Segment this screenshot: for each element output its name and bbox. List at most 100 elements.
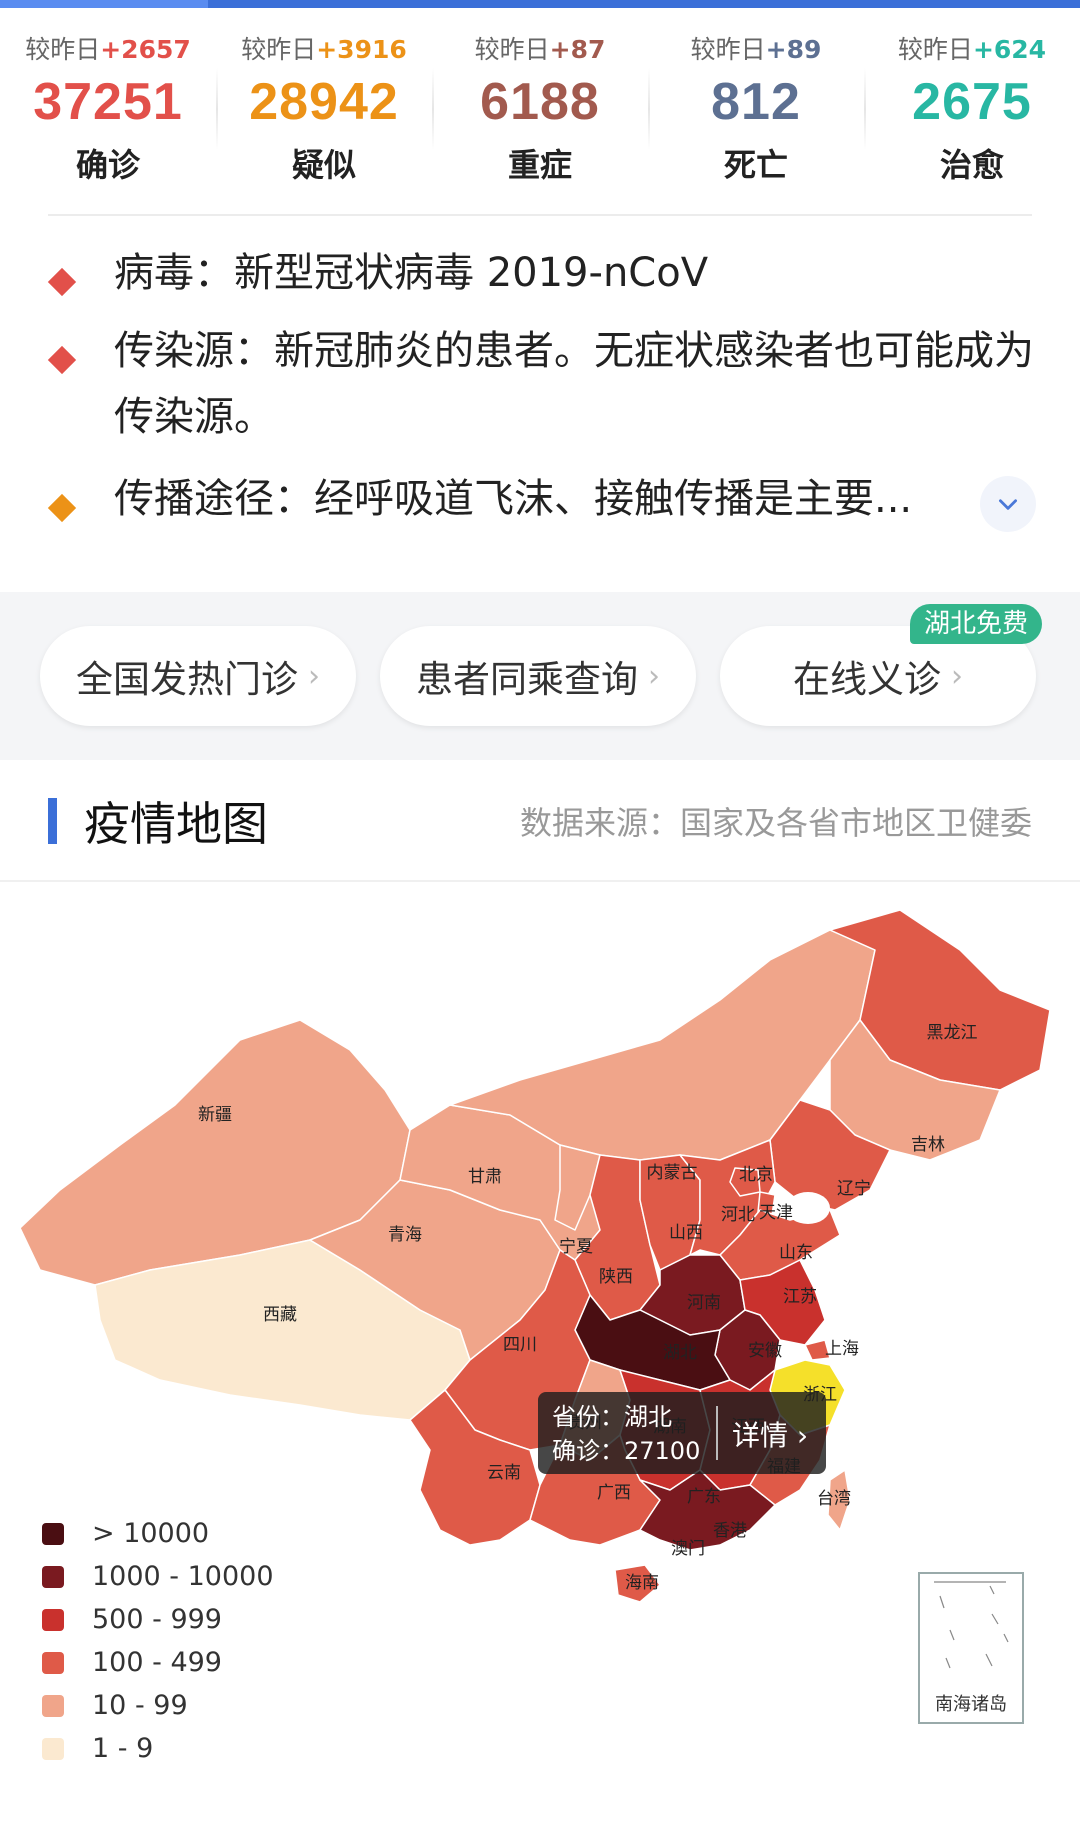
legend-swatch bbox=[42, 1652, 64, 1674]
active-tab-indicator bbox=[0, 0, 208, 8]
province-label: 西藏 bbox=[263, 1305, 297, 1325]
tooltip-province: 省份：湖北 bbox=[552, 1403, 672, 1431]
top-tab-bar bbox=[0, 0, 1080, 8]
province-label: 新疆 bbox=[198, 1105, 232, 1125]
stat-delta: +87 bbox=[549, 35, 606, 64]
same-trip-label: 患者同乘查询 bbox=[416, 658, 638, 701]
south-china-sea-inset: 南海诸岛 bbox=[918, 1572, 1024, 1724]
chevron-right-icon: › bbox=[308, 658, 320, 694]
province-tooltip[interactable]: 省份：湖北 确诊：27100 详情 › bbox=[538, 1392, 826, 1474]
province-label: 台湾 bbox=[817, 1489, 851, 1509]
info-source-text: 传染源：新冠肺炎的患者。无症状感染者也可能成为传染源。 bbox=[114, 328, 1034, 440]
legend-swatch bbox=[42, 1695, 64, 1717]
bullet-diamond-icon bbox=[47, 493, 77, 523]
map-data-source: 数据来源：国家及各省市地区卫健委 bbox=[519, 804, 1032, 842]
legend-item[interactable]: 500 - 999 bbox=[42, 1602, 302, 1638]
province-label: 澳门 bbox=[671, 1539, 705, 1559]
stat-deaths[interactable]: 较昨日+89 812 死亡 bbox=[648, 8, 864, 184]
legend-label: 1000 - 10000 bbox=[92, 1561, 274, 1592]
tooltip-detail-link[interactable]: 详情 › bbox=[732, 1414, 808, 1454]
chevron-right-icon: › bbox=[796, 1419, 809, 1452]
chevron-down-icon bbox=[999, 499, 1017, 510]
province-label: 青海 bbox=[388, 1225, 422, 1245]
stat-label: 死亡 bbox=[723, 146, 788, 184]
legend-swatch bbox=[42, 1738, 64, 1760]
stat-confirmed[interactable]: 较昨日+2657 37251 确诊 bbox=[0, 8, 216, 184]
legend-item[interactable]: 1 - 9 bbox=[42, 1731, 302, 1767]
province-label: 海南 bbox=[625, 1573, 659, 1593]
province-label: 上海 bbox=[825, 1339, 859, 1359]
stats-panel: 较昨日+2657 37251 确诊 较昨日+3916 28942 疑似 较昨日+… bbox=[0, 8, 1080, 184]
province-label: 四川 bbox=[503, 1335, 537, 1355]
legend-item[interactable]: > 10000 bbox=[42, 1516, 302, 1552]
province-label: 河南 bbox=[687, 1293, 721, 1313]
bullet-diamond-icon bbox=[47, 345, 77, 375]
province-label: 广西 bbox=[597, 1483, 631, 1503]
province-label: 黑龙江 bbox=[927, 1023, 978, 1043]
stat-severe[interactable]: 较昨日+87 6188 重症 bbox=[432, 8, 648, 184]
stat-value: 2675 bbox=[912, 73, 1032, 131]
stat-delta-prefix: 较昨日 bbox=[25, 35, 101, 64]
province-label: 山东 bbox=[779, 1243, 813, 1263]
legend-label: 1 - 9 bbox=[92, 1733, 154, 1764]
tooltip-confirmed: 确诊：27100 bbox=[552, 1437, 701, 1465]
province-label: 河北 bbox=[721, 1205, 755, 1225]
legend-item[interactable]: 10 - 99 bbox=[42, 1688, 302, 1724]
province-label: 香港 bbox=[713, 1521, 747, 1541]
chevron-right-icon: › bbox=[951, 658, 963, 694]
stat-value: 37251 bbox=[33, 73, 183, 131]
stat-label: 疑似 bbox=[291, 146, 356, 184]
stat-suspected[interactable]: 较昨日+3916 28942 疑似 bbox=[216, 8, 432, 184]
province-label: 内蒙古 bbox=[647, 1163, 698, 1183]
stat-delta: +89 bbox=[765, 35, 822, 64]
stat-label: 治愈 bbox=[939, 146, 1004, 184]
legend-label: 500 - 999 bbox=[92, 1604, 222, 1635]
stat-delta-prefix: 较昨日 bbox=[690, 35, 766, 64]
online-consult-label: 在线义诊 bbox=[793, 658, 941, 701]
province-label: 北京 bbox=[739, 1165, 773, 1185]
province-label: 陕西 bbox=[599, 1267, 633, 1287]
tooltip-separator bbox=[716, 1406, 718, 1460]
legend-item[interactable]: 1000 - 10000 bbox=[42, 1559, 302, 1595]
chevron-right-icon: › bbox=[648, 658, 660, 694]
stat-delta: +2657 bbox=[100, 35, 191, 64]
islands-sketch-icon bbox=[934, 1581, 1009, 1669]
province-label: 宁夏 bbox=[559, 1237, 593, 1257]
stat-delta-prefix: 较昨日 bbox=[897, 35, 973, 64]
stat-label: 确诊 bbox=[75, 146, 140, 184]
province-label: 安徽 bbox=[748, 1341, 782, 1361]
tooltip-detail-label: 详情 bbox=[732, 1419, 789, 1452]
stat-label: 重症 bbox=[507, 146, 572, 184]
fever-clinic-button[interactable]: 全国发热门诊 › bbox=[40, 626, 356, 726]
info-virus-text: 病毒：新型冠状病毒 2019-nCoV bbox=[114, 250, 709, 296]
legend-item[interactable]: 100 - 499 bbox=[42, 1645, 302, 1681]
same-trip-button[interactable]: 患者同乘查询 › bbox=[380, 626, 696, 726]
stat-recovered[interactable]: 较昨日+624 2675 治愈 bbox=[864, 8, 1080, 184]
section-accent-bar bbox=[48, 798, 57, 844]
legend-swatch bbox=[42, 1609, 64, 1631]
legend-label: 10 - 99 bbox=[92, 1690, 188, 1721]
hubei-free-badge: 湖北免费 bbox=[910, 604, 1043, 644]
stat-value: 28942 bbox=[249, 73, 399, 131]
expand-chevron-button[interactable] bbox=[980, 476, 1036, 532]
fever-clinic-label: 全国发热门诊 bbox=[76, 658, 298, 701]
province-label: 江苏 bbox=[783, 1287, 817, 1307]
info-route-text: 传播途径：经呼吸道飞沫、接触传播是主要... bbox=[114, 476, 913, 522]
bullet-diamond-icon bbox=[47, 267, 77, 297]
legend-label: 100 - 499 bbox=[92, 1647, 222, 1678]
stats-divider bbox=[48, 214, 1032, 216]
province-label: 甘肃 bbox=[468, 1167, 502, 1187]
province-label: 广东 bbox=[687, 1487, 721, 1507]
stat-value: 6188 bbox=[480, 73, 600, 131]
stat-delta: +624 bbox=[972, 35, 1047, 64]
legend-label: > 10000 bbox=[92, 1518, 210, 1549]
province-label: 天津 bbox=[759, 1203, 793, 1223]
stat-value: 812 bbox=[711, 73, 801, 131]
stat-delta-prefix: 较昨日 bbox=[474, 35, 550, 64]
legend-swatch bbox=[42, 1523, 64, 1545]
province-label: 吉林 bbox=[911, 1135, 945, 1155]
legend-swatch bbox=[42, 1566, 64, 1588]
stat-delta-prefix: 较昨日 bbox=[241, 35, 317, 64]
province-label: 辽宁 bbox=[837, 1179, 871, 1199]
province-label: 湖北 bbox=[663, 1343, 697, 1363]
